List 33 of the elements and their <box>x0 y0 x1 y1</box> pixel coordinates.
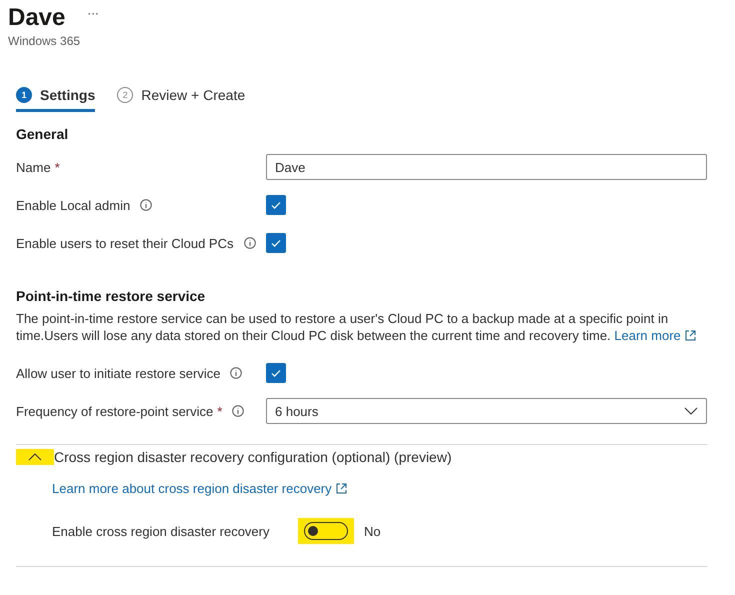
external-link-icon <box>336 483 347 494</box>
field-label: Enable users to reset their Cloud PCs <box>16 236 234 250</box>
more-button[interactable]: ··· <box>87 7 99 21</box>
checkbox[interactable] <box>266 195 286 215</box>
field-label: Allow user to initiate restore service <box>16 366 220 380</box>
name-field[interactable]: Dave <box>266 154 707 180</box>
section-title: Cross region disaster recovery configuration (optional) (preview) <box>54 449 452 465</box>
description-text: The point-in-time restore service can be used to restore a user's Cloud PC to a backup made at a specific point in time.Users will lose any data stored on their Cloud PC disk between the current time and recovery time. Learn more <box>16 310 706 344</box>
required-mark: * <box>217 404 222 418</box>
checkbox[interactable] <box>266 363 286 383</box>
frequency-dropdown[interactable]: 6 hours <box>266 398 707 424</box>
chevron-down-icon <box>684 407 698 415</box>
page-subtitle: Windows 365 <box>8 34 82 48</box>
wizard-step-tab[interactable]: 2 Review + Create <box>117 85 246 112</box>
info-icon[interactable] <box>230 367 242 379</box>
external-link-icon <box>684 330 696 341</box>
page-title: Dave <box>8 4 66 32</box>
field-label: Name <box>16 160 51 174</box>
checkbox[interactable] <box>266 233 286 253</box>
field-label: Enable Local admin <box>16 198 130 212</box>
section-heading: Point-in-time restore service <box>16 288 206 304</box>
learn-more-link[interactable]: Learn more about cross region disaster recovery <box>52 481 347 496</box>
field-label: Enable cross region disaster recovery <box>52 524 270 538</box>
info-icon[interactable] <box>232 405 244 417</box>
required-mark: * <box>54 160 60 174</box>
info-icon[interactable] <box>140 199 152 211</box>
toggle-switch[interactable] <box>304 522 348 540</box>
toggle-state: No <box>364 524 381 538</box>
field-label: Frequency of restore-point service <box>16 404 214 418</box>
learn-more-link[interactable]: Learn more <box>614 327 696 344</box>
section-heading: General <box>16 126 70 142</box>
wizard-step-tab[interactable]: 1 Settings <box>16 85 96 112</box>
info-icon[interactable] <box>244 237 256 249</box>
